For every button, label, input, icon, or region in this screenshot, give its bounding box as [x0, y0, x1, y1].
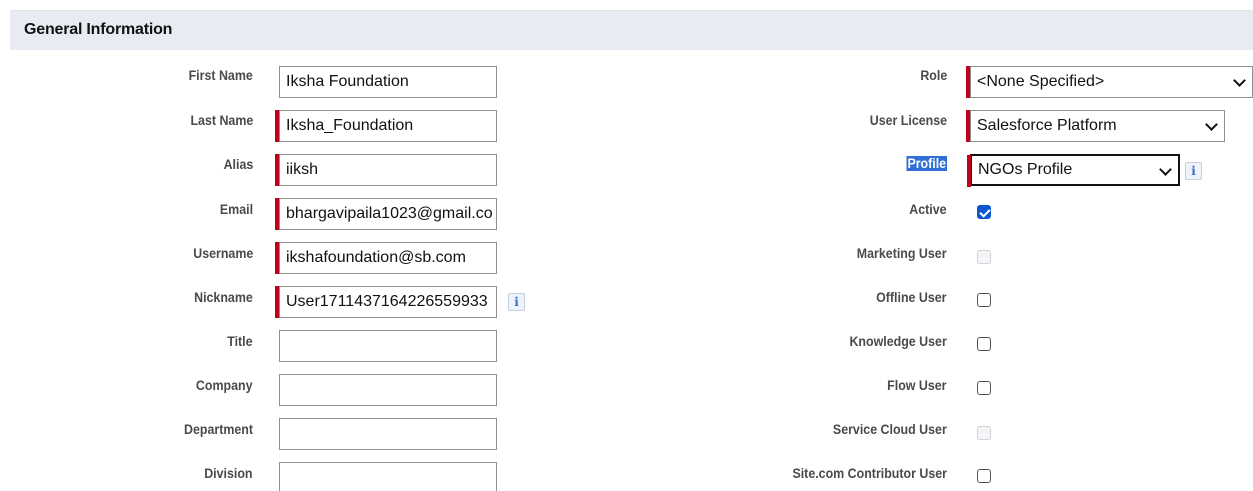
knowledge-user-label: Knowledge User	[849, 334, 947, 349]
service-cloud-user-label: Service Cloud User	[833, 422, 947, 437]
username-label: Username	[192, 246, 253, 261]
nickname-label: Nickname	[194, 290, 253, 305]
department-field[interactable]	[279, 418, 497, 450]
user-license-label: User License	[869, 113, 947, 128]
knowledge-user-checkbox[interactable]	[977, 337, 991, 351]
marketing-user-checkbox	[977, 250, 991, 264]
active-label: Active	[909, 202, 947, 217]
user-license-select[interactable]: Salesforce Platform	[966, 110, 1225, 142]
marketing-user-label: Marketing User	[857, 246, 947, 261]
section-header: General Information	[10, 10, 1253, 50]
site-contributor-user-checkbox[interactable]	[977, 469, 991, 483]
chevron-down-icon	[1205, 118, 1218, 131]
profile-select[interactable]: NGOs Profile	[967, 154, 1180, 187]
alias-label: Alias	[223, 157, 253, 172]
company-label: Company	[196, 378, 253, 393]
last-name-label: Last Name	[190, 113, 253, 128]
offline-user-label: Offline User	[876, 290, 947, 305]
nickname-info-icon[interactable]: i	[508, 293, 525, 311]
role-select[interactable]: <None Specified>	[966, 66, 1253, 98]
chevron-down-icon	[1159, 163, 1172, 176]
nickname-field[interactable]: User1711437164226559933	[275, 286, 497, 318]
role-label: Role	[920, 68, 947, 83]
chevron-down-icon	[1233, 74, 1246, 87]
service-cloud-user-checkbox	[977, 426, 991, 440]
company-field[interactable]	[279, 374, 497, 406]
active-checkbox[interactable]	[977, 205, 991, 219]
alias-field[interactable]: iiksh	[275, 154, 497, 186]
first-name-field[interactable]: Iksha Foundation	[279, 66, 497, 98]
title-label: Title	[227, 334, 253, 349]
section-title: General Information	[24, 21, 173, 38]
flow-user-checkbox[interactable]	[977, 381, 991, 395]
profile-label: Profile	[906, 156, 947, 171]
username-field[interactable]: ikshafoundation@sb.com	[275, 242, 497, 274]
last-name-field[interactable]: Iksha_Foundation	[275, 110, 497, 142]
profile-info-icon[interactable]: i	[1185, 162, 1202, 180]
flow-user-label: Flow User	[887, 378, 947, 393]
title-field[interactable]	[279, 330, 497, 362]
email-field[interactable]: bhargavipaila1023@gmail.co	[275, 198, 497, 230]
site-contributor-user-label: Site.com Contributor User	[792, 466, 947, 481]
division-field[interactable]	[279, 462, 497, 491]
division-label: Division	[204, 466, 253, 481]
department-label: Department	[183, 422, 253, 437]
offline-user-checkbox[interactable]	[977, 293, 991, 307]
first-name-label: First Name	[188, 68, 253, 83]
email-label: Email	[219, 202, 253, 217]
